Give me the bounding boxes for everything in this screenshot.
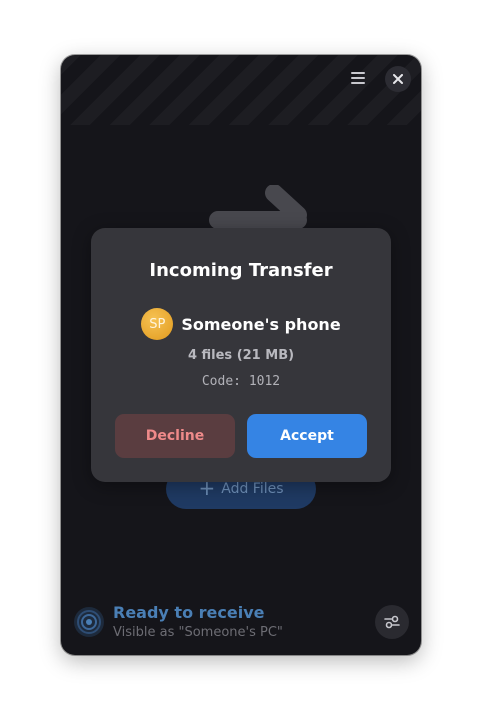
add-files-label: Add Files <box>221 481 284 497</box>
close-icon <box>393 74 403 84</box>
status-subtitle: Visible as "Someone's PC" <box>113 625 283 640</box>
sender-name: Someone's phone <box>181 314 341 334</box>
dialog-title: Incoming Transfer <box>149 260 333 281</box>
radar-icon <box>74 607 104 637</box>
incoming-transfer-dialog: Incoming Transfer SP Someone's phone 4 f… <box>91 228 391 482</box>
status-area: Ready to receive Visible as "Someone's P… <box>73 603 303 643</box>
decline-button[interactable]: Decline <box>115 414 235 458</box>
files-info: 4 files (21 MB) <box>187 348 295 363</box>
hamburger-menu-icon <box>351 72 365 84</box>
main-menu-button[interactable] <box>345 65 371 91</box>
accept-button[interactable]: Accept <box>247 414 367 458</box>
sender-row: SP Someone's phone <box>91 308 391 340</box>
close-button[interactable] <box>385 66 411 92</box>
status-title: Ready to receive <box>113 603 265 622</box>
transfer-code: Code: 1012 <box>201 374 281 389</box>
preferences-icon <box>384 615 400 629</box>
preferences-button[interactable] <box>375 605 409 639</box>
avatar: SP <box>141 308 174 340</box>
